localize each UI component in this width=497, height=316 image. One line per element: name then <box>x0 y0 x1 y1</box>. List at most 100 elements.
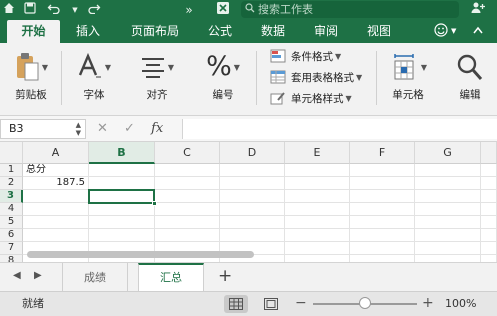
zoom-slider-thumb[interactable] <box>359 297 371 309</box>
row-header-5[interactable]: 5 <box>0 216 23 229</box>
name-box[interactable]: B3 ▲ ▼ <box>0 119 86 139</box>
row-header-4[interactable]: 4 <box>0 203 23 216</box>
cell-c3[interactable] <box>155 190 220 203</box>
tab-home[interactable]: 开始 <box>7 20 60 43</box>
cell-b4[interactable] <box>89 203 155 216</box>
row-header-3[interactable]: 3 <box>0 190 23 203</box>
undo-icon[interactable] <box>46 1 62 19</box>
tab-review[interactable]: 审阅 <box>305 20 347 43</box>
cell-f5[interactable] <box>350 216 415 229</box>
font-group[interactable]: ▼ 字体 <box>70 43 118 116</box>
cell-h2[interactable] <box>481 177 497 190</box>
smiley-feedback-icon[interactable] <box>434 20 448 43</box>
column-header-e[interactable]: E <box>285 142 350 164</box>
cell-c2[interactable] <box>155 177 220 190</box>
redo-icon[interactable] <box>86 1 102 19</box>
row-header-6[interactable]: 6 <box>0 229 23 242</box>
collapse-ribbon-icon[interactable] <box>472 20 484 43</box>
zoom-out-icon[interactable]: − <box>295 292 307 315</box>
cell-d2[interactable] <box>220 177 285 190</box>
column-header-c[interactable]: C <box>155 142 220 164</box>
column-header-h[interactable] <box>481 142 497 164</box>
cell-f7[interactable] <box>350 242 415 255</box>
cell-f2[interactable] <box>350 177 415 190</box>
cell-g1[interactable] <box>415 164 481 177</box>
number-group[interactable]: % ▼ 编号 <box>196 43 250 116</box>
cell-g6[interactable] <box>415 229 481 242</box>
column-header-b[interactable]: B <box>89 142 155 164</box>
row-header-1[interactable]: 1 <box>0 164 23 177</box>
cell-h5[interactable] <box>481 216 497 229</box>
cell-styles-button[interactable]: 单元格样式 ▼ <box>270 88 352 108</box>
spreadsheet-grid[interactable]: A B C D E F G 1总分2187.53456789 <box>0 142 497 262</box>
next-sheet-icon[interactable]: ▶ <box>34 270 42 281</box>
select-all-corner[interactable] <box>0 142 23 164</box>
cell-d5[interactable] <box>220 216 285 229</box>
name-box-spinner-icon[interactable]: ▲ ▼ <box>76 121 81 137</box>
editing-group[interactable]: 编辑 <box>448 43 492 116</box>
cell-a4[interactable] <box>23 203 89 216</box>
cell-g3[interactable] <box>415 190 481 203</box>
sheet-tab-summary[interactable]: 汇总 <box>138 263 204 292</box>
tab-page-layout[interactable]: 页面布局 <box>119 20 191 43</box>
row-header-2[interactable]: 2 <box>0 177 23 190</box>
sheet-tab-scores[interactable]: 成绩 <box>62 263 128 292</box>
cell-g7[interactable] <box>415 242 481 255</box>
column-header-a[interactable]: A <box>23 142 89 164</box>
cell-c1[interactable] <box>155 164 220 177</box>
cell-c4[interactable] <box>155 203 220 216</box>
cell-a1[interactable]: 总分 <box>23 164 89 177</box>
cancel-entry-icon[interactable]: ✕ <box>97 121 108 136</box>
add-user-icon[interactable] <box>468 1 488 19</box>
cell-b6[interactable] <box>89 229 155 242</box>
cell-e1[interactable] <box>285 164 350 177</box>
fill-handle[interactable] <box>152 201 157 206</box>
prev-sheet-icon[interactable]: ◀ <box>13 270 21 281</box>
cell-a5[interactable] <box>23 216 89 229</box>
tab-formulas[interactable]: 公式 <box>199 20 241 43</box>
alignment-group[interactable]: ▼ 对齐 <box>132 43 182 116</box>
cell-g2[interactable] <box>415 177 481 190</box>
tab-view[interactable]: 视图 <box>358 20 400 43</box>
cell-b5[interactable] <box>89 216 155 229</box>
cell-d3[interactable] <box>220 190 285 203</box>
column-header-g[interactable]: G <box>415 142 481 164</box>
home-icon[interactable] <box>2 1 16 19</box>
cell-e4[interactable] <box>285 203 350 216</box>
cell-a6[interactable] <box>23 229 89 242</box>
cell-a3[interactable] <box>23 190 89 203</box>
cell-e6[interactable] <box>285 229 350 242</box>
cell-g8[interactable] <box>415 255 481 262</box>
conditional-formatting-button[interactable]: 条件格式 ▼ <box>270 46 341 66</box>
cell-h8[interactable] <box>481 255 497 262</box>
cells-group[interactable]: ▼ 单元格 <box>382 43 434 116</box>
cell-e2[interactable] <box>285 177 350 190</box>
cell-a2[interactable]: 187.5 <box>23 177 89 190</box>
formula-input[interactable] <box>182 119 497 139</box>
cell-f3[interactable] <box>350 190 415 203</box>
cell-d6[interactable] <box>220 229 285 242</box>
cell-d1[interactable] <box>220 164 285 177</box>
horizontal-scrollbar[interactable] <box>27 251 254 258</box>
cell-d4[interactable] <box>220 203 285 216</box>
active-cell-selection[interactable] <box>88 189 157 206</box>
confirm-entry-icon[interactable]: ✓ <box>124 121 135 136</box>
cell-c5[interactable] <box>155 216 220 229</box>
cell-h7[interactable] <box>481 242 497 255</box>
cell-h3[interactable] <box>481 190 497 203</box>
column-header-d[interactable]: D <box>220 142 285 164</box>
row-header-8[interactable]: 8 <box>0 255 23 262</box>
cell-c6[interactable] <box>155 229 220 242</box>
insert-function-icon[interactable]: fx <box>151 121 163 136</box>
page-layout-view-button[interactable] <box>259 295 283 313</box>
cell-e8[interactable] <box>285 255 350 262</box>
cell-h1[interactable] <box>481 164 497 177</box>
cell-f1[interactable] <box>350 164 415 177</box>
cell-e3[interactable] <box>285 190 350 203</box>
more-commands-icon[interactable]: » <box>182 1 196 19</box>
cell-g5[interactable] <box>415 216 481 229</box>
cell-b1[interactable] <box>89 164 155 177</box>
cell-e5[interactable] <box>285 216 350 229</box>
cell-f4[interactable] <box>350 203 415 216</box>
save-icon[interactable] <box>22 1 38 19</box>
